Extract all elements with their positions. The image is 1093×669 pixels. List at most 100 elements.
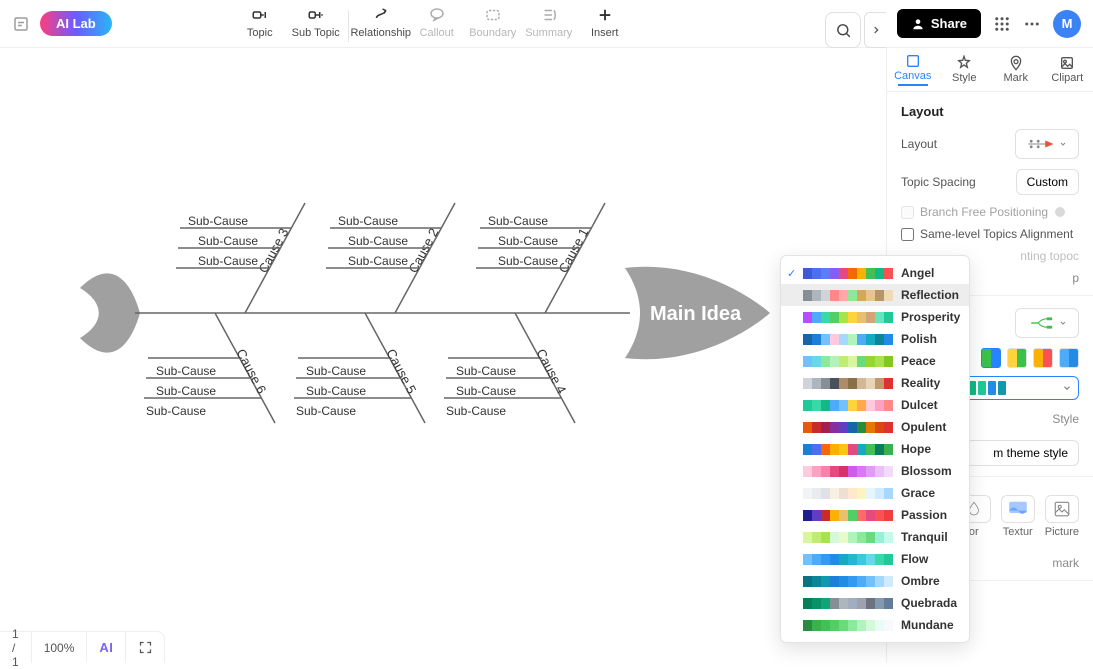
fullscreen-button[interactable] [126,632,165,663]
layout-select[interactable] [1015,129,1079,159]
collapse-panel-button[interactable] [864,12,886,48]
color-theme-popup: ✓AngelReflectionProsperityPolishPeaceRea… [780,255,970,643]
svg-text:Sub-Cause: Sub-Cause [156,384,216,398]
mini-layout-4[interactable] [1059,348,1079,368]
tab-mark[interactable]: Mark [990,48,1042,91]
relationship-icon [372,6,390,24]
theme-option-hope[interactable]: Hope [781,438,969,460]
callout-icon [428,6,446,24]
topic-icon [251,6,269,24]
bg-texture-option[interactable]: Textur [1001,495,1035,538]
theme-option-passion[interactable]: Passion [781,504,969,526]
ai-lab-badge[interactable]: AI Lab [40,11,112,36]
boundary-icon [484,6,502,24]
svg-text:Sub-Cause: Sub-Cause [296,404,356,418]
chevron-down-icon [1059,140,1067,148]
theme-option-grace[interactable]: Grace [781,482,969,504]
theme-option-mundane[interactable]: Mundane [781,614,969,636]
branch-icon [1027,315,1055,331]
layout-label: Layout [901,137,937,151]
chevron-down-icon [1059,319,1067,327]
branch-style-select[interactable] [1015,308,1079,338]
zoom-indicator[interactable]: 100% [32,632,88,663]
svg-text:Sub-Cause: Sub-Cause [498,254,558,268]
summary-icon [540,6,558,24]
mini-layout-3[interactable] [1033,348,1053,368]
theme-option-flow[interactable]: Flow [781,548,969,570]
style-icon [956,55,972,71]
share-button[interactable]: Share [897,9,981,38]
svg-text:Sub-Cause: Sub-Cause [348,234,408,248]
svg-text:Sub-Cause: Sub-Cause [306,364,366,378]
same-level-checkbox[interactable] [901,228,914,241]
tab-style[interactable]: Style [939,48,991,91]
tool-summary[interactable]: Summary [521,6,577,39]
spacing-custom-button[interactable]: Custom [1016,169,1079,195]
theme-option-quebrada[interactable]: Quebrada [781,592,969,614]
theme-option-ombre[interactable]: Ombre [781,570,969,592]
texture-icon [1008,501,1028,517]
main-idea-text: Main Idea [650,303,742,325]
tool-insert[interactable]: Insert [577,6,633,39]
fishbone-layout-icon [1027,136,1055,152]
insert-icon [596,6,614,24]
svg-text:Sub-Cause: Sub-Cause [188,214,248,228]
fullscreen-icon [138,640,153,655]
svg-text:Sub-Cause: Sub-Cause [446,404,506,418]
watermark-fragment: mark [1052,556,1079,570]
cause-1-branch: Cause 1 Sub-Cause Sub-Cause Sub-Cause [476,203,605,313]
person-icon [911,17,925,31]
tool-callout[interactable]: Callout [409,6,465,39]
bottom-bar: 1 / 1 100% AI [0,631,165,663]
layout-title: Layout [901,104,1079,119]
canvas-icon [905,53,921,69]
theme-option-polish[interactable]: Polish [781,328,969,350]
clipart-icon [1059,55,1075,71]
tool-topic[interactable]: Topic [232,6,288,39]
mini-layout-2[interactable] [1007,348,1027,368]
svg-text:Sub-Cause: Sub-Cause [348,254,408,268]
fishbone-diagram: Main Idea Cause 3 Sub-Cause Sub-Cause Su… [70,148,790,488]
theme-option-tranquil[interactable]: Tranquil [781,526,969,548]
same-level-checkbox-row[interactable]: Same-level Topics Alignment [901,227,1079,241]
tool-subtopic[interactable]: Sub Topic [288,6,344,39]
subtopic-icon [307,6,325,24]
separator [348,10,349,42]
tool-relationship[interactable]: Relationship [353,6,409,39]
theme-option-opulent[interactable]: Opulent [781,416,969,438]
bg-picture-option[interactable]: Picture [1045,495,1079,538]
search-button[interactable] [825,12,861,48]
style-label: Style [1052,412,1079,426]
svg-text:Cause 4: Cause 4 [533,346,569,396]
theme-option-reality[interactable]: Reality [781,372,969,394]
side-tabs: Canvas Style Mark Clipart [887,48,1093,92]
svg-text:Sub-Cause: Sub-Cause [488,214,548,228]
apps-grid-icon[interactable] [993,15,1011,33]
user-avatar[interactable]: M [1053,10,1081,38]
svg-text:Sub-Cause: Sub-Cause [498,234,558,248]
theme-option-reflection[interactable]: Reflection [781,284,969,306]
branch-free-checkbox[interactable] [901,206,914,219]
picture-icon [1053,500,1071,518]
svg-text:Sub-Cause: Sub-Cause [456,364,516,378]
top-toolbar: AI Lab Topic Sub Topic Relationship Call… [0,0,1093,48]
more-icon[interactable] [1023,15,1041,33]
theme-option-prosperity[interactable]: Prosperity [781,306,969,328]
page-indicator[interactable]: 1 / 1 [0,632,32,663]
svg-text:Sub-Cause: Sub-Cause [338,214,398,228]
theme-option-blossom[interactable]: Blossom [781,460,969,482]
mini-layout-1[interactable] [981,348,1001,368]
theme-option-angel[interactable]: ✓Angel [781,262,969,284]
ai-button[interactable]: AI [87,632,126,663]
tab-canvas[interactable]: Canvas [887,48,939,91]
tab-clipart[interactable]: Clipart [1042,48,1093,91]
svg-text:Cause 6: Cause 6 [233,346,269,396]
theme-option-peace[interactable]: Peace [781,350,969,372]
cause-2-branch: Cause 2 Sub-Cause Sub-Cause Sub-Cause [326,203,455,313]
theme-option-dulcet[interactable]: Dulcet [781,394,969,416]
cause-4-branch: Cause 4 Sub-Cause Sub-Cause Sub-Cause [444,313,575,423]
tool-boundary[interactable]: Boundary [465,6,521,39]
canvas-area[interactable]: Main Idea Cause 3 Sub-Cause Sub-Cause Su… [0,48,886,663]
svg-text:Sub-Cause: Sub-Cause [198,234,258,248]
branch-free-checkbox-row[interactable]: Branch Free Positioning [901,205,1079,219]
